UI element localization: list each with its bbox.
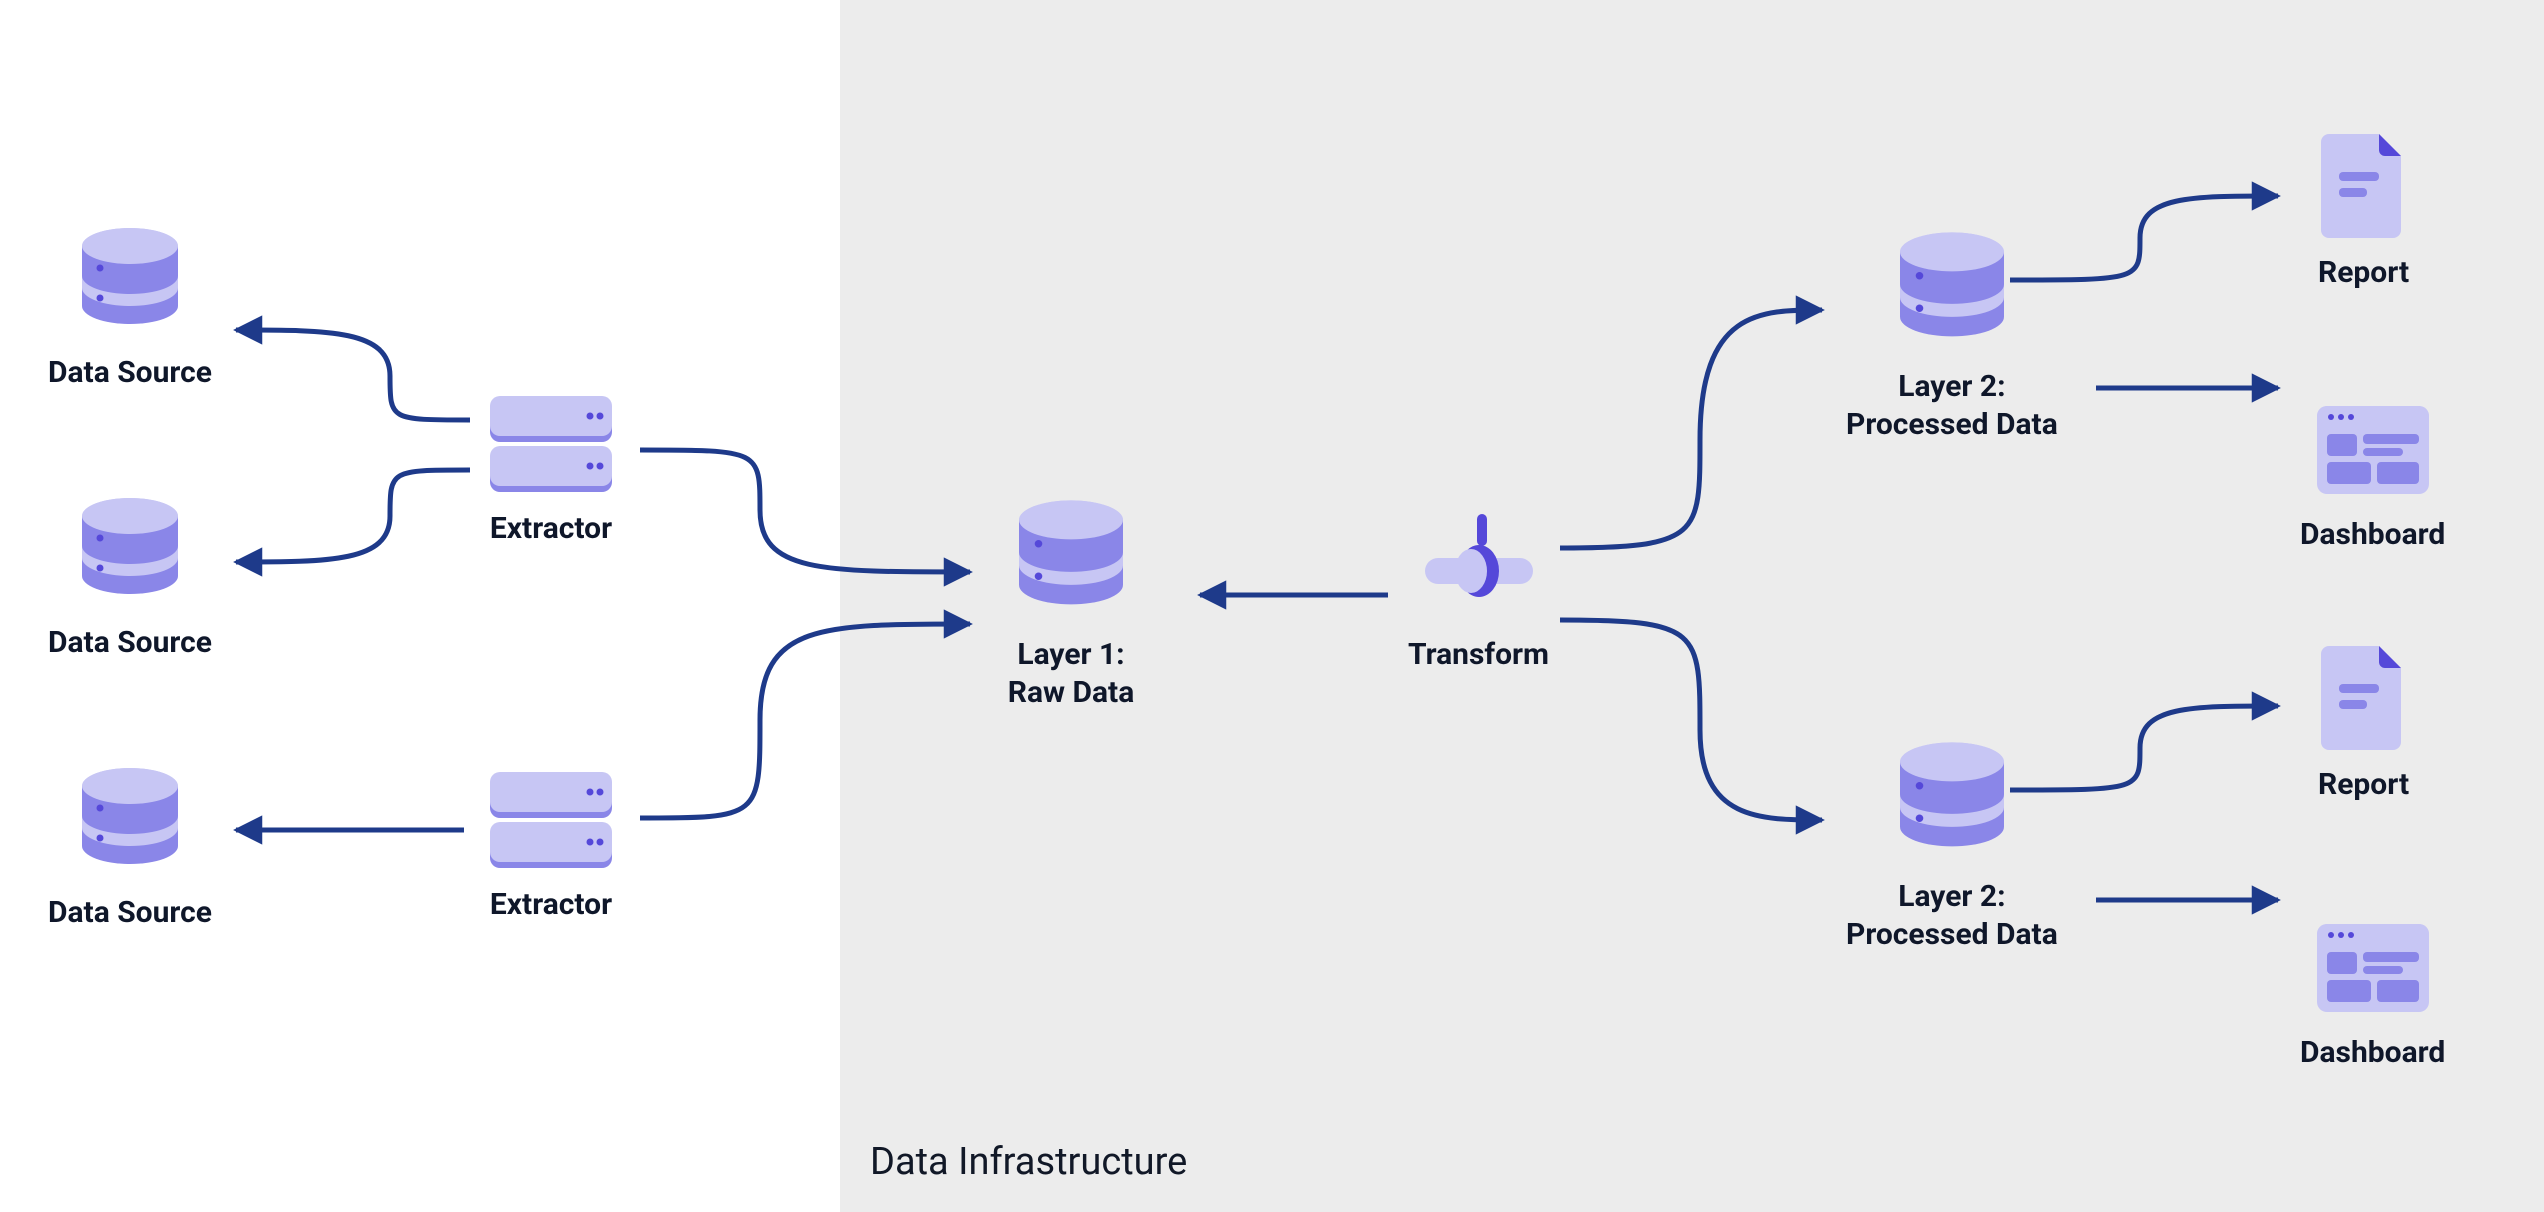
node-report-1: Report <box>2318 128 2409 292</box>
document-icon <box>2319 128 2409 238</box>
node-label: Layer 2: Processed Data <box>1846 368 2058 443</box>
arrow-ext1-to-ds1 <box>236 330 470 420</box>
valve-icon <box>1419 510 1539 620</box>
node-data-source-3: Data Source <box>48 768 212 932</box>
node-label: Dashboard <box>2300 516 2445 554</box>
infrastructure-label: Data Infrastructure <box>870 1140 1187 1184</box>
node-label: Extractor <box>490 510 612 548</box>
dashboard-icon <box>2313 400 2433 500</box>
node-label: Report <box>2318 254 2409 292</box>
node-label: Report <box>2318 766 2409 804</box>
node-data-source-2: Data Source <box>48 498 212 662</box>
node-dashboard-1: Dashboard <box>2300 400 2445 554</box>
node-label: Dashboard <box>2300 1034 2445 1072</box>
server-icon <box>486 394 616 494</box>
node-label: Data Source <box>48 624 212 662</box>
node-layer2-b: Layer 2: Processed Data <box>1846 742 2058 953</box>
node-label: Layer 1: Raw Data <box>1008 636 1135 711</box>
diagram-canvas: Data Infrastructure <box>0 0 2544 1212</box>
node-label: Data Source <box>48 354 212 392</box>
node-label: Data Source <box>48 894 212 932</box>
node-report-2: Report <box>2318 640 2409 804</box>
node-label: Extractor <box>490 886 612 924</box>
dashboard-icon <box>2313 918 2433 1018</box>
node-extractor-1: Extractor <box>486 394 616 548</box>
database-icon <box>1887 232 2017 352</box>
database-icon <box>70 228 190 338</box>
arrow-ext1-to-ds2 <box>236 470 470 562</box>
node-extractor-2: Extractor <box>486 770 616 924</box>
node-layer1: Layer 1: Raw Data <box>1006 500 1136 711</box>
node-transform: Transform <box>1408 510 1549 674</box>
node-dashboard-2: Dashboard <box>2300 918 2445 1072</box>
node-label: Transform <box>1408 636 1549 674</box>
database-icon <box>70 498 190 608</box>
database-icon <box>70 768 190 878</box>
node-label: Layer 2: Processed Data <box>1846 878 2058 953</box>
server-icon <box>486 770 616 870</box>
node-layer2-a: Layer 2: Processed Data <box>1846 232 2058 443</box>
document-icon <box>2319 640 2409 750</box>
node-data-source-1: Data Source <box>48 228 212 392</box>
database-icon <box>1887 742 2017 862</box>
database-icon <box>1006 500 1136 620</box>
